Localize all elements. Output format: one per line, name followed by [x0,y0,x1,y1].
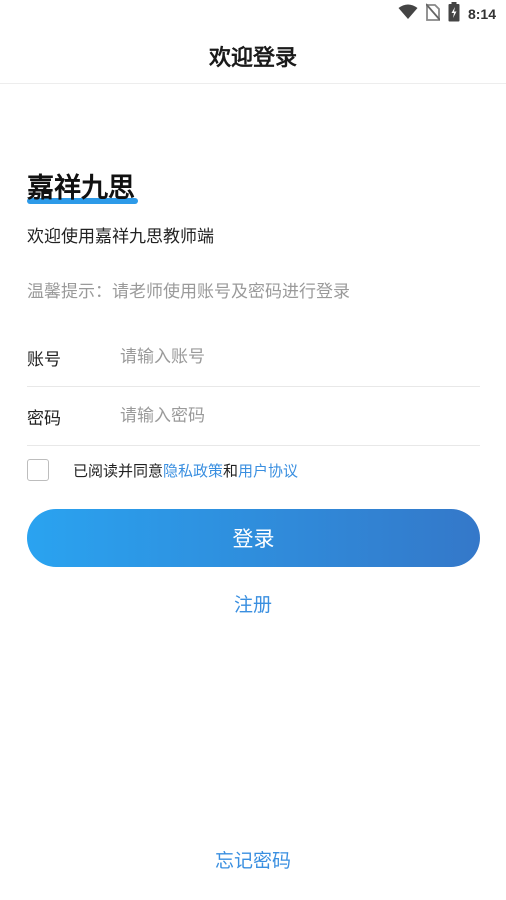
password-label: 密码 [27,408,61,429]
agreement-row: 已阅读并同意 隐私政策 和 用户协议 [27,458,298,482]
agreement-checkbox[interactable] [27,459,49,481]
title-bar: 欢迎登录 [0,28,506,84]
password-input[interactable] [120,406,480,426]
wifi-icon [398,4,418,24]
user-agreement-link[interactable]: 用户协议 [238,460,298,481]
hint-text: 温馨提示：请老师使用账号及密码进行登录 [27,282,350,302]
account-row: 账号 [27,328,480,387]
login-button[interactable]: 登录 [27,509,480,567]
forgot-password-link[interactable]: 忘记密码 [215,850,291,872]
privacy-policy-link[interactable]: 隐私政策 [163,460,223,481]
agreement-prefix: 已阅读并同意 [73,461,164,480]
password-row: 密码 [27,387,480,446]
register-link: 注册 [0,590,506,617]
page-title: 欢迎登录 [208,45,297,71]
welcome-text: 欢迎使用嘉祥九思教师端 [27,227,214,247]
account-input[interactable] [120,347,480,367]
brand: 嘉祥九思 [27,166,138,205]
status-time: 8:14 [467,6,496,22]
status-icons: 8:14 [398,2,496,26]
no-sim-icon [425,3,441,25]
battery-icon [448,2,460,26]
agreement-conjunction: 和 [223,461,239,480]
account-label: 账号 [27,349,61,370]
register-button[interactable]: 注册 [234,594,272,616]
brand-name: 嘉祥九思 [27,173,135,204]
status-bar: 8:14 [0,0,506,28]
forgot-password-row: 忘记密码 [0,846,506,873]
